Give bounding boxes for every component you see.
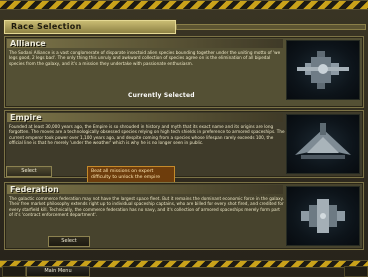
race-description-alliance: The Sodani Alliance is a vast conglomera… [9, 50, 281, 66]
race-description-empire: Founded at least 30,000 years ago, the E… [9, 124, 285, 146]
race-title-bar: Alliance [7, 39, 283, 48]
race-description-federation: The galactic commerce federation may not… [9, 196, 284, 218]
hazard-stripe-top [0, 0, 368, 10]
currently-selected-label: Currently Selected [128, 92, 195, 99]
screen-title: Race Selection [11, 22, 82, 31]
main-menu-button[interactable]: Main Menu [26, 266, 90, 277]
race-name-empire: Empire [10, 113, 42, 122]
race-title-bar: Empire [7, 113, 283, 122]
race-name-alliance: Alliance [10, 39, 46, 48]
footer-cap-right [344, 266, 368, 277]
title-rail [176, 24, 366, 30]
unlock-tooltip: Beat all missions on expert difficulty t… [87, 166, 175, 183]
race-panel-empire[interactable]: Empire Founded at least 30,000 years ago… [4, 110, 364, 178]
footer-cap-left [2, 266, 26, 277]
alliance-ship-image [286, 40, 360, 100]
race-title-bar: Federation [7, 185, 283, 194]
empire-ship-image [286, 114, 360, 174]
federation-ship-image [286, 186, 360, 246]
select-empire-button[interactable]: Select [6, 166, 52, 177]
select-federation-button[interactable]: Select [48, 236, 90, 247]
screen-title-bar: Race Selection [4, 20, 176, 34]
race-name-federation: Federation [10, 185, 59, 194]
